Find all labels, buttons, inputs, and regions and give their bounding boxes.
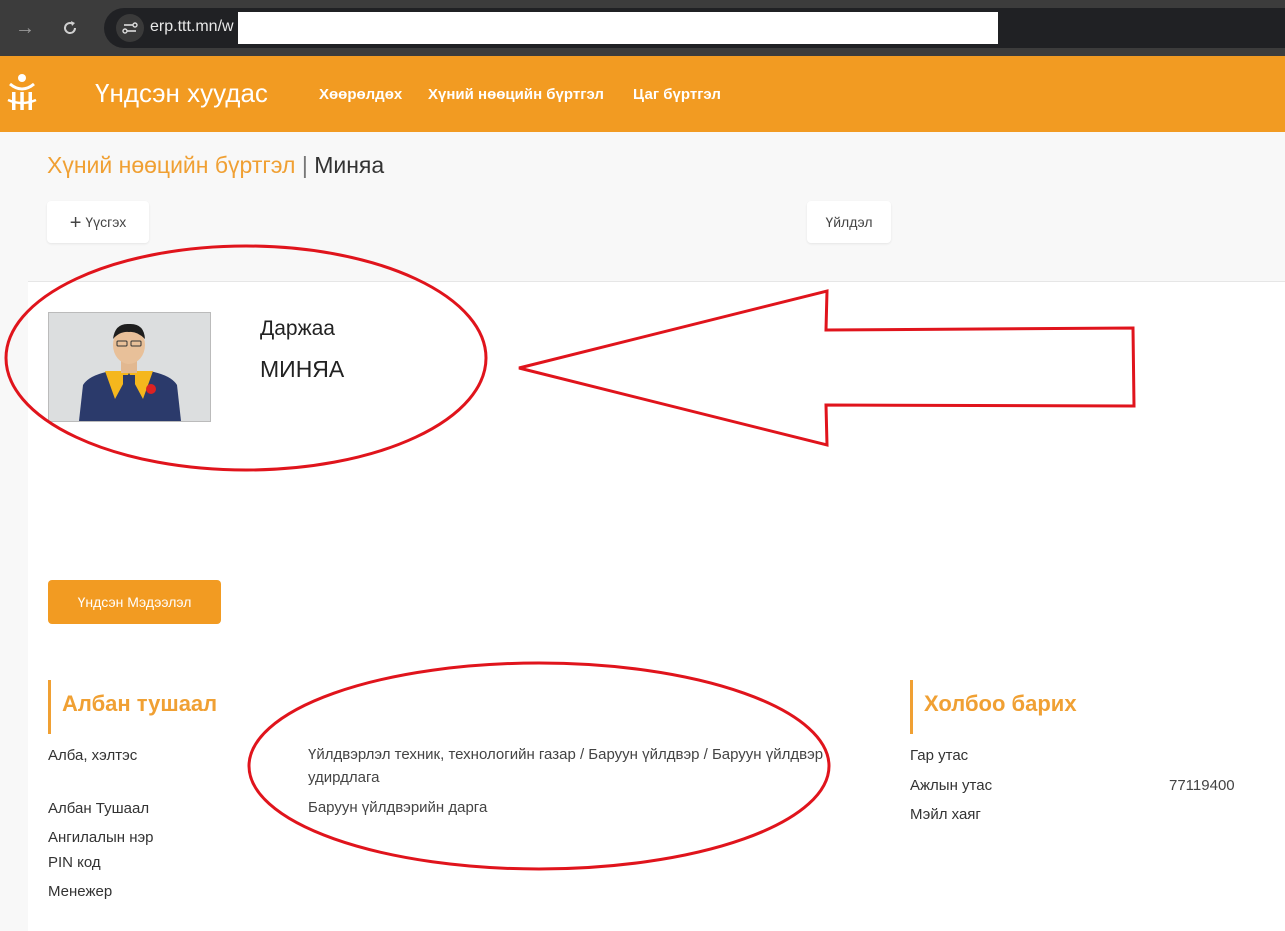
field-label-category: Ангилалын нэр (48, 829, 154, 846)
employee-first-name[interactable]: Даржаа (260, 317, 335, 341)
field-label-pin: PIN код (48, 854, 101, 871)
reload-icon[interactable] (55, 13, 85, 43)
redaction-block (238, 12, 998, 44)
create-button[interactable]: + Үүсгэх (47, 201, 149, 243)
field-label-department: Алба, хэлтэс (48, 747, 138, 764)
field-label-job-title: Албан Тушаал (48, 800, 150, 817)
field-label-manager: Менежер (48, 883, 113, 900)
company-logo[interactable] (4, 72, 40, 116)
plus-icon: + (69, 212, 82, 234)
employee-last-name[interactable]: МИНЯА (260, 356, 344, 383)
address-bar[interactable]: erp.ttt.mn/w (104, 8, 1285, 48)
url-text: erp.ttt.mn/w (150, 18, 234, 35)
browser-toolbar: → erp.ttt.mn/w (0, 0, 1285, 56)
breadcrumb-current: Миняа (314, 152, 385, 178)
nav-link-chat[interactable]: Хөөрөлдөх (319, 86, 402, 103)
section-title-position: Албан тушаал (48, 680, 217, 734)
field-label-email: Мэйл хаяг (910, 806, 981, 823)
field-value-department[interactable]: Үйлдвэрлэл техник, технологийн газар / Б… (308, 743, 838, 789)
breadcrumb-link-hr[interactable]: Хүний нөөцийн бүртгэл (47, 152, 295, 178)
employee-form-sheet: Даржаа МИНЯА Үндсэн Мэдээлэл Албан тушаа… (28, 282, 1285, 931)
nav-link-hr-registry[interactable]: Хүний нөөцийн бүртгэл (428, 86, 604, 103)
app-navbar: Үндсэн хуудас Хөөрөлдөх Хүний нөөцийн бү… (0, 56, 1285, 132)
forward-icon[interactable]: → (10, 13, 40, 43)
tab-main-info[interactable]: Үндсэн Мэдээлэл (48, 580, 221, 624)
breadcrumb: Хүний нөөцийн бүртгэл | Миняа (47, 152, 384, 179)
field-label-mobile: Гар утас (910, 747, 969, 764)
field-label-work-phone: Ажлын утас (910, 777, 993, 794)
field-value-work-phone[interactable]: 77119400 (1169, 774, 1235, 797)
site-info-icon[interactable] (116, 14, 144, 42)
brand-home-link[interactable]: Үндсэн хуудас (95, 78, 268, 109)
action-button[interactable]: Үйлдэл (807, 201, 891, 243)
section-title-contact: Холбоо барих (910, 680, 1077, 734)
control-panel: Хүний нөөцийн бүртгэл | Миняа + Үүсгэх Ү… (0, 132, 1285, 282)
field-value-job-title[interactable]: Баруун үйлдвэрийн дарга (308, 796, 487, 819)
breadcrumb-separator: | (301, 152, 308, 178)
employee-photo[interactable] (48, 312, 211, 422)
nav-link-time-registry[interactable]: Цаг бүртгэл (633, 86, 721, 103)
